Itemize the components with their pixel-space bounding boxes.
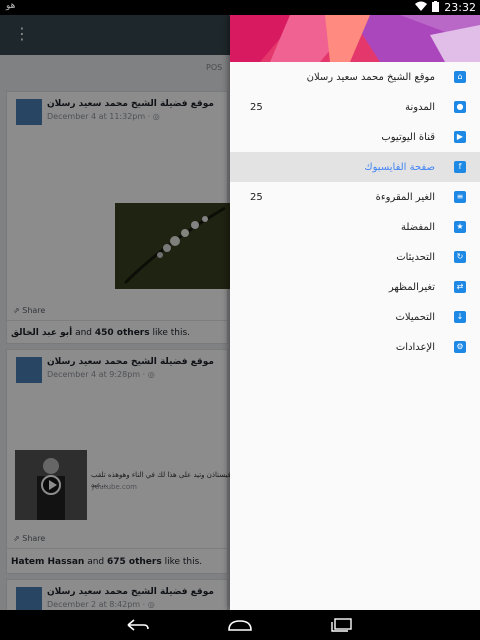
wifi-icon <box>415 1 428 14</box>
youtube-icon: ▶ <box>454 131 466 143</box>
unread-icon: ≡ <box>454 191 466 203</box>
drawer-item[interactable]: f صفحة الفايسبوك <box>230 152 480 182</box>
drawer-item[interactable]: ≡ الغير المقروءة 25 <box>230 182 480 212</box>
blog-icon: ● <box>454 101 466 113</box>
drawer-item[interactable]: ↓ التحميلات <box>230 302 480 332</box>
app-window: ⋮ POS موقع فضيلة الشيخ محمد سعيد رسلان D… <box>0 15 480 610</box>
status-bar: هو 23:32 <box>0 0 480 15</box>
refresh-icon: ↻ <box>454 251 466 263</box>
drawer-item[interactable]: ⇄ تغيرالمظهر <box>230 272 480 302</box>
system-nav-bar <box>0 610 480 640</box>
theme-icon: ⇄ <box>454 281 466 293</box>
navigation-drawer: ⌂ موقع الشيخ محمد سعيد رسلان ● المدونة 25 ▶ قن… <box>230 15 480 610</box>
star-icon: ★ <box>454 221 466 233</box>
drawer-menu: ⌂ موقع الشيخ محمد سعيد رسلان ● المدونة 25 ▶ قن… <box>230 62 480 362</box>
home-icon <box>228 620 252 631</box>
drawer-item-count: 25 <box>250 101 263 113</box>
drawer-item-label: تغيرالمظهر <box>388 281 435 293</box>
drawer-item-label: صفحة الفايسبوك <box>364 161 435 173</box>
drawer-header-art <box>230 15 480 62</box>
drawer-item-label: قناة اليوتيوب <box>381 131 435 143</box>
drawer-item-label: موقع الشيخ محمد سعيد رسلان <box>306 71 435 83</box>
back-button[interactable] <box>118 615 158 635</box>
drawer-item[interactable]: ⌂ موقع الشيخ محمد سعيد رسلان <box>230 62 480 92</box>
drawer-item-count: 25 <box>250 191 263 203</box>
facebook-icon: f <box>454 161 466 173</box>
drawer-item[interactable]: ↻ التحديثات <box>230 242 480 272</box>
back-icon <box>127 619 149 631</box>
drawer-item[interactable]: ● المدونة 25 <box>230 92 480 122</box>
settings-icon: ⚙ <box>454 341 466 353</box>
clock: 23:32 <box>444 1 476 14</box>
recents-button[interactable] <box>322 615 362 635</box>
drawer-item-label: الغير المقروءة <box>375 191 435 203</box>
home-button[interactable] <box>220 615 260 635</box>
download-icon: ↓ <box>454 311 466 323</box>
drawer-item[interactable]: ★ المفضلة <box>230 212 480 242</box>
battery-icon <box>432 0 440 15</box>
drawer-item-label: المفضلة <box>400 221 435 233</box>
home-icon: ⌂ <box>454 71 466 83</box>
drawer-item-label: المدونة <box>405 101 435 113</box>
drawer-item[interactable]: ▶ قناة اليوتيوب <box>230 122 480 152</box>
drawer-item-label: التحديثات <box>396 251 435 263</box>
drawer-item-label: التحميلات <box>395 311 435 323</box>
drawer-item[interactable]: ⚙ الإعدادات <box>230 332 480 362</box>
status-left-text: هو <box>6 1 16 11</box>
drawer-item-label: الإعدادات <box>395 341 435 353</box>
recents-icon <box>331 618 352 632</box>
